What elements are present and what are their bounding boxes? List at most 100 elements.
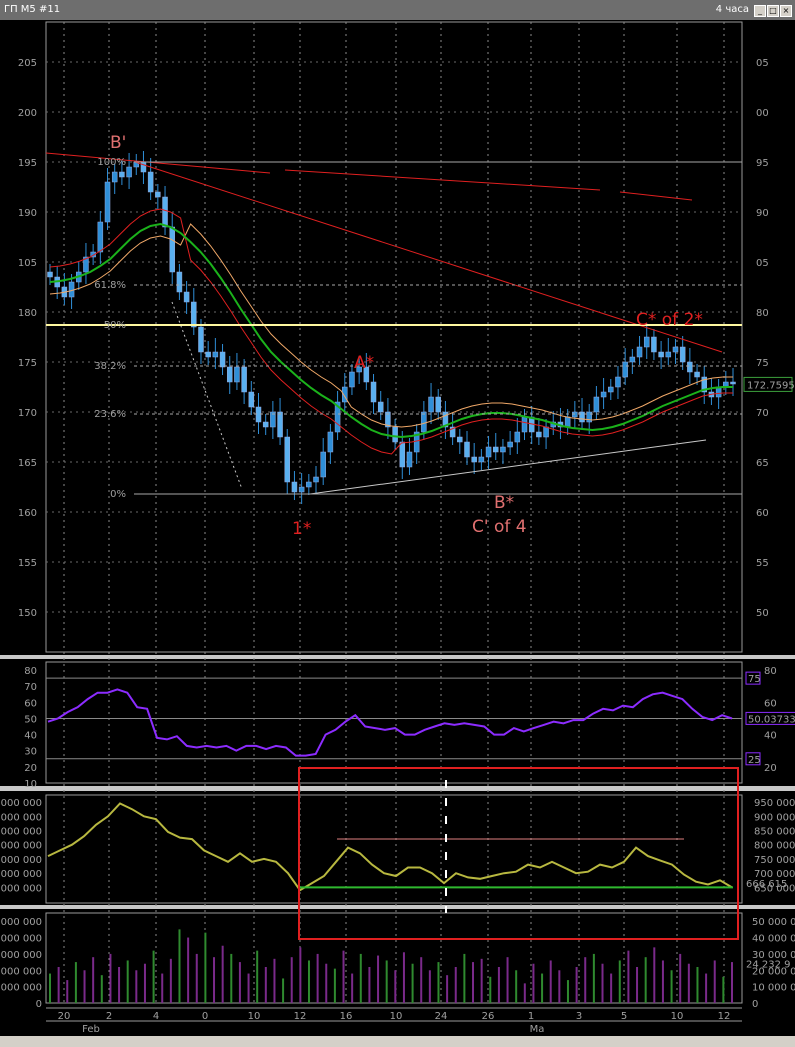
- y-tick-label-left: 205: [18, 58, 37, 69]
- candle-body: [370, 381, 377, 403]
- candle-body: [169, 226, 175, 273]
- volume-bar: [566, 980, 569, 1003]
- volume-bar: [618, 960, 621, 1003]
- candle-body: [349, 371, 355, 388]
- x-month-label: Ma: [530, 1024, 545, 1035]
- volume-bar: [713, 960, 716, 1003]
- candle-body: [126, 166, 132, 178]
- moving-average-red: [49, 208, 733, 455]
- y-tick-label-right: 60: [756, 508, 769, 519]
- volume-bar: [480, 958, 483, 1003]
- candle-body: [636, 346, 643, 358]
- candle-body: [435, 396, 441, 413]
- volume-bar: [705, 973, 708, 1003]
- volume-bar: [66, 980, 69, 1003]
- wave-annotation: C* of 2*: [636, 310, 703, 330]
- horizontal-scrollbar: [0, 1036, 795, 1047]
- candle-body: [198, 326, 204, 353]
- volume-bar: [83, 970, 86, 1003]
- candle-body: [377, 401, 384, 413]
- volidx-tick-label-right: 800 000: [754, 841, 795, 852]
- maximize-button[interactable]: □: [767, 5, 779, 17]
- candle-body: [219, 351, 226, 368]
- vol-tick-label-left: 0: [36, 999, 42, 1010]
- close-button[interactable]: ×: [780, 5, 792, 17]
- volume-bar: [342, 950, 345, 1003]
- panel-frame: [45, 661, 743, 784]
- volidx-tick-label-left: 000 000: [1, 883, 42, 894]
- volume-bar: [109, 953, 112, 1003]
- panel-divider: [0, 655, 795, 659]
- candle-body: [428, 396, 434, 413]
- y-tick-label-left: 150: [18, 608, 37, 619]
- candle-body: [399, 441, 406, 468]
- volume-bar: [489, 976, 492, 1003]
- y-tick-label-left: 160: [18, 508, 37, 519]
- volume-bar: [402, 952, 405, 1003]
- vol-tick-label-left: 000 000: [1, 950, 42, 961]
- volume-bar: [359, 953, 362, 1003]
- volume-bar: [377, 955, 380, 1003]
- y-tick-label-right: 90: [756, 208, 769, 219]
- candle-body: [622, 361, 628, 378]
- trendline-top: [619, 191, 693, 201]
- candle-body: [97, 221, 104, 253]
- osc-tick-label-left: 40: [24, 731, 37, 742]
- volume-bar: [161, 973, 164, 1003]
- volume-bar: [74, 962, 77, 1003]
- volume-bar: [230, 953, 233, 1003]
- osc-tick-label-left: 10: [24, 779, 37, 790]
- y-tick-label-right: 65: [756, 458, 769, 469]
- volidx-tick-label-left: 000 000: [1, 855, 42, 866]
- volume-bar: [273, 958, 276, 1003]
- osc-badge-label: 50.03733: [748, 714, 795, 725]
- candle-body: [327, 431, 334, 453]
- trendline-support: [309, 439, 707, 495]
- x-tick-label: 2: [106, 1011, 112, 1022]
- candle-body: [672, 346, 679, 353]
- volidx-tick-label-right: 900 000: [754, 812, 795, 823]
- panel-divider: [0, 786, 795, 791]
- volume-bar: [290, 957, 293, 1003]
- volume-bar: [213, 957, 216, 1003]
- candle-body: [457, 436, 463, 443]
- chart-canvas[interactable]: 20Feb2 4 0 10 12 16 10 24 26 1Ma3 5 10 12150 50155 551…: [0, 20, 795, 1047]
- volume-bar: [187, 937, 190, 1003]
- wave-annotation: B*: [494, 493, 514, 513]
- candle-body: [277, 411, 283, 438]
- candle-body: [629, 356, 636, 363]
- candle-body: [478, 456, 485, 463]
- window-titlebar: ГП М5 #11 4 часа _ □ ×: [0, 0, 795, 20]
- osc-tick-label-right: 80: [764, 666, 777, 677]
- candle-body: [687, 361, 693, 373]
- vol-tick-label-right: 50 000 0: [752, 917, 795, 928]
- volume-bar: [592, 953, 595, 1003]
- candle-body: [191, 301, 197, 328]
- volume-bar: [256, 950, 259, 1003]
- volume-bar: [627, 950, 630, 1003]
- volidx-last-value: 666 615: [746, 879, 787, 890]
- candle-body: [593, 396, 600, 413]
- x-tick-label: 4: [153, 1011, 159, 1022]
- volume-bar: [644, 957, 647, 1003]
- volume-bar: [610, 973, 613, 1003]
- candle-body: [68, 281, 75, 298]
- fib-level-label: 61.8%: [94, 280, 126, 291]
- volidx-tick-label-left: 000 000: [1, 812, 42, 823]
- y-tick-label-left: 170: [18, 408, 37, 419]
- volume-bar: [446, 975, 449, 1003]
- minimize-button[interactable]: _: [754, 5, 766, 17]
- volume-bar: [454, 967, 457, 1003]
- candle-body: [392, 426, 398, 443]
- volume-bar: [411, 963, 414, 1003]
- osc-badge-label: 75: [748, 674, 761, 685]
- volume-bar: [575, 967, 578, 1003]
- volidx-tick-label-left: 000 000: [1, 798, 42, 809]
- vol-tick-label-right: 0: [752, 999, 758, 1010]
- x-tick-label: 10: [248, 1011, 261, 1022]
- volume-bar: [238, 962, 241, 1003]
- y-tick-label-left: 195: [18, 158, 37, 169]
- x-tick-label: 3: [576, 1011, 582, 1022]
- volume-bar: [420, 957, 423, 1003]
- volidx-tick-label-left: 000 000: [1, 869, 42, 880]
